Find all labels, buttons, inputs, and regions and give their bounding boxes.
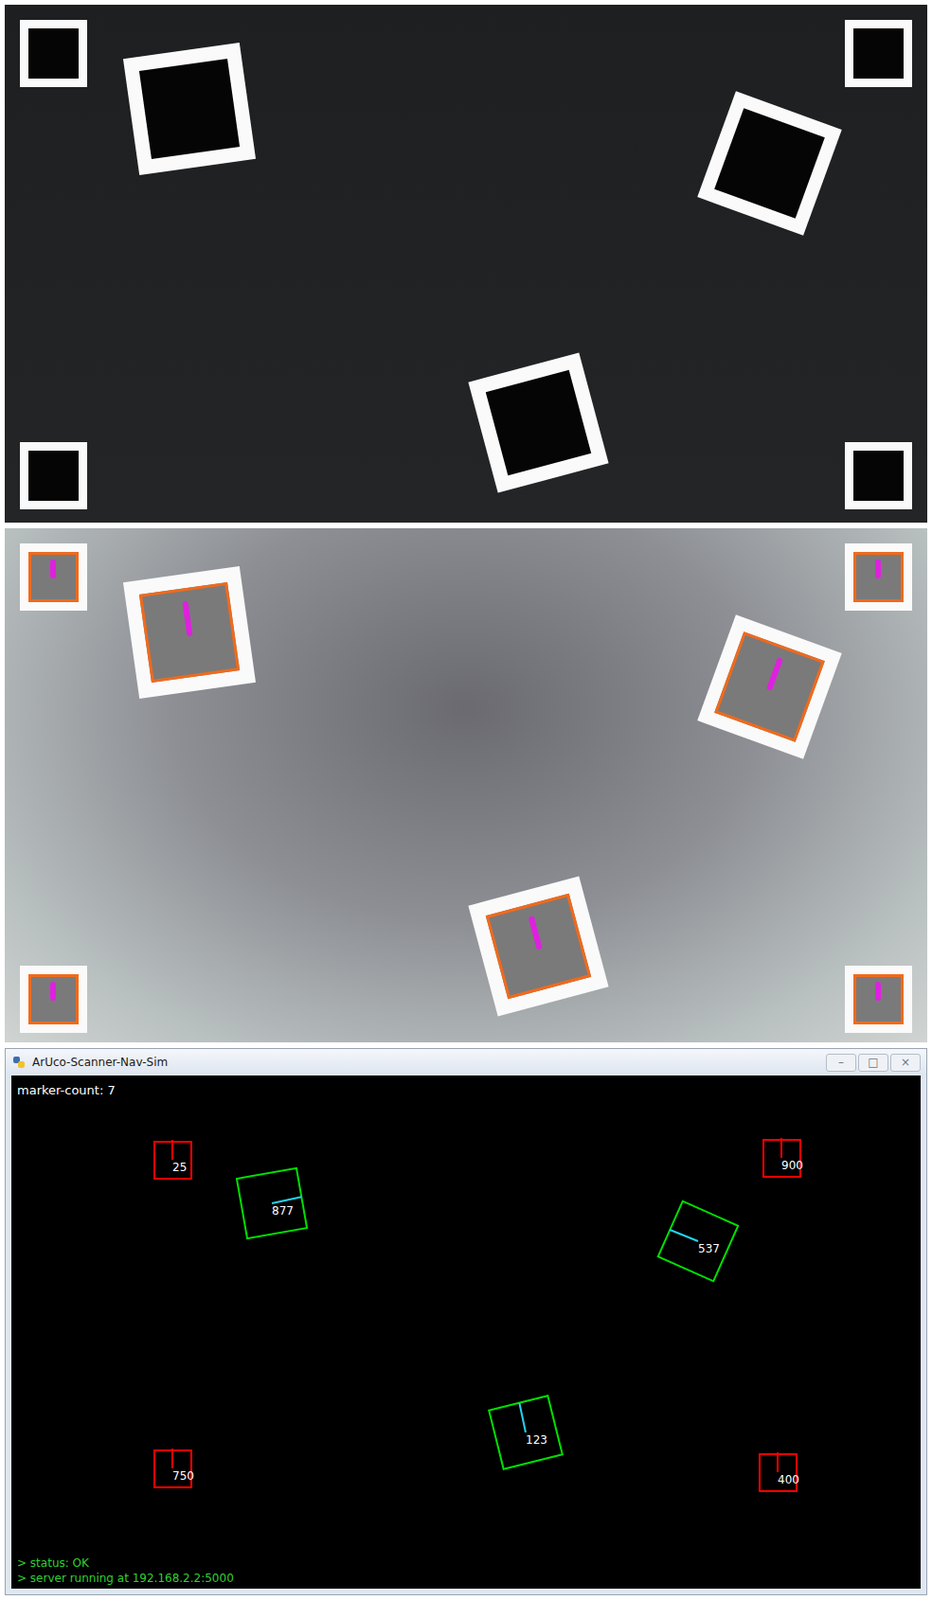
marker-id: 750 bbox=[172, 1469, 195, 1484]
marker-id: 877 bbox=[271, 1204, 294, 1219]
marker-id: 123 bbox=[525, 1433, 548, 1448]
window-controls: –□× bbox=[825, 1054, 921, 1073]
photo-marker-inner bbox=[28, 28, 79, 79]
marker-box bbox=[487, 1395, 564, 1471]
photo-marker bbox=[844, 19, 913, 88]
robot-marker: 537 bbox=[666, 1210, 730, 1273]
photo-marker bbox=[697, 90, 843, 236]
heading-line bbox=[171, 1450, 174, 1470]
photo-marker-inner bbox=[28, 974, 79, 1025]
marker-id: 900 bbox=[781, 1159, 804, 1173]
photo-marker-inner bbox=[484, 893, 591, 999]
anchor-marker: 900 bbox=[762, 1139, 802, 1179]
marker-image bbox=[4, 4, 928, 523]
console-line: > server running at 192.168.2.2:5000 bbox=[17, 1572, 234, 1586]
anchor-marker: 400 bbox=[758, 1453, 798, 1493]
photo-marker-inner bbox=[853, 28, 904, 79]
photo-marker bbox=[123, 566, 256, 699]
marker-id: 25 bbox=[172, 1161, 187, 1175]
photo-marker bbox=[467, 876, 609, 1017]
heading-line bbox=[776, 1453, 779, 1474]
photo-marker-inner bbox=[853, 552, 904, 603]
axis-overlay bbox=[181, 600, 193, 636]
axis-overlay bbox=[875, 559, 881, 579]
photo-marker-inner bbox=[139, 582, 240, 683]
photo-marker-inner bbox=[28, 552, 79, 603]
heading-line bbox=[171, 1141, 174, 1162]
photo-marker-inner bbox=[484, 369, 591, 475]
photo-marker bbox=[19, 442, 88, 510]
camera-image bbox=[4, 528, 928, 1043]
photo-marker-inner bbox=[139, 58, 240, 160]
sim-canvas: marker-count: 7 25 900 750 400 877 537 123 > sta… bbox=[11, 1075, 921, 1590]
marker-count: marker-count: 7 bbox=[17, 1083, 116, 1098]
title-bar[interactable]: ArUco-Scanner-Nav-Sim–□× bbox=[5, 1049, 927, 1076]
photo-marker bbox=[19, 19, 88, 88]
heading-line bbox=[518, 1403, 527, 1434]
marker-box bbox=[656, 1200, 739, 1283]
axis-overlay bbox=[527, 915, 542, 950]
window-control-button[interactable]: × bbox=[890, 1054, 921, 1073]
app-window: ArUco-Scanner-Nav-Sim–□×marker-count: 72… bbox=[4, 1048, 928, 1596]
axis-overlay bbox=[50, 559, 56, 579]
console-line: > status: OK bbox=[17, 1557, 234, 1571]
anchor-marker: 25 bbox=[153, 1141, 193, 1181]
console: > status: OK> server running at 192.168.… bbox=[17, 1557, 234, 1586]
python-icon bbox=[11, 1055, 27, 1071]
heading-line bbox=[669, 1229, 699, 1243]
photo-marker bbox=[844, 442, 913, 510]
photo-marker-inner bbox=[853, 974, 904, 1025]
axis-overlay bbox=[765, 657, 783, 692]
photo-marker bbox=[123, 42, 256, 176]
axis-overlay bbox=[875, 982, 881, 1002]
photo-marker-inner bbox=[714, 631, 825, 743]
photo-marker-inner bbox=[853, 450, 904, 502]
photo-marker-inner bbox=[28, 450, 79, 502]
window-control-button[interactable]: – bbox=[825, 1054, 857, 1073]
photo-marker bbox=[19, 543, 88, 611]
marker-id: 400 bbox=[777, 1473, 800, 1488]
heading-line bbox=[271, 1196, 302, 1205]
robot-marker: 123 bbox=[494, 1401, 557, 1465]
photo-marker bbox=[19, 966, 88, 1034]
robot-marker: 877 bbox=[240, 1172, 304, 1236]
window-title: ArUco-Scanner-Nav-Sim bbox=[32, 1056, 821, 1070]
axis-overlay bbox=[50, 982, 56, 1002]
photo-marker bbox=[697, 614, 843, 760]
photo-marker-inner bbox=[714, 107, 825, 219]
page: ArUco-Scanner-Nav-Sim–□×marker-count: 72… bbox=[0, 0, 932, 1600]
photo-marker bbox=[844, 966, 913, 1034]
window-control-button[interactable]: □ bbox=[858, 1054, 889, 1073]
marker-id: 537 bbox=[698, 1242, 720, 1256]
heading-line bbox=[780, 1139, 783, 1160]
photo-marker bbox=[844, 543, 913, 611]
photo-marker bbox=[467, 352, 609, 493]
anchor-marker: 750 bbox=[153, 1450, 193, 1489]
